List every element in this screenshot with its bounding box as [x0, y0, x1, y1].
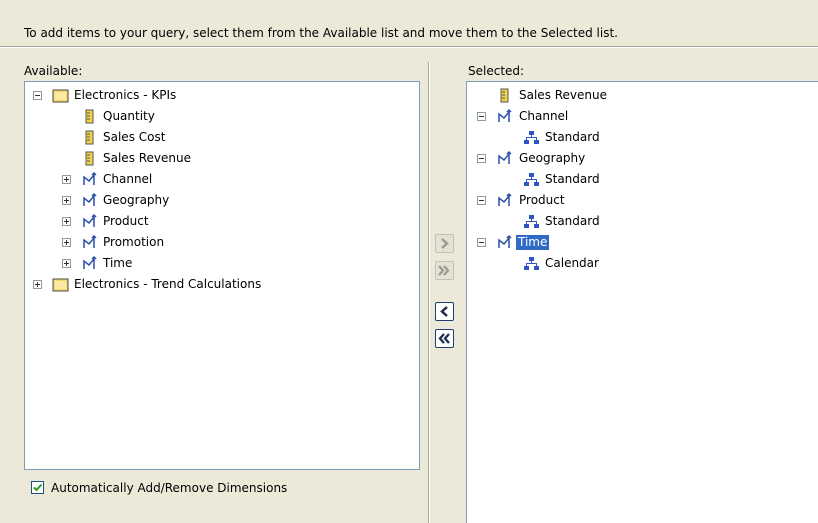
tree-item-product[interactable]: Product [467, 190, 818, 211]
tree-item-calendar[interactable]: Calendar [467, 253, 818, 274]
tree-item-label: Geography [103, 193, 170, 207]
tree-item-label: Channel [103, 172, 153, 186]
tree-item-sales-revenue[interactable]: Sales Revenue [25, 148, 419, 169]
tree-item-label: Sales Revenue [103, 151, 192, 165]
collapse-icon[interactable] [33, 91, 42, 100]
tree-item-promotion[interactable]: Promotion [25, 232, 419, 253]
collapse-icon[interactable] [477, 154, 486, 163]
tree-item-geography[interactable]: Geography [467, 148, 818, 169]
expand-icon[interactable] [62, 238, 71, 247]
add-button[interactable] [435, 234, 454, 253]
available-tree[interactable]: Electronics - KPIs Quantity Sales Cost S… [24, 81, 420, 470]
tree-item-label: Sales Revenue [519, 88, 608, 102]
collapse-icon[interactable] [477, 196, 486, 205]
folder-icon [52, 87, 69, 104]
hierarchy-icon [523, 213, 540, 230]
header-divider [0, 46, 818, 48]
hierarchy-icon [523, 129, 540, 146]
tree-item-label: Time [516, 235, 550, 250]
tree-item-label: Time [103, 256, 133, 270]
tree-item-product[interactable]: Product [25, 211, 419, 232]
dimension-icon [81, 192, 98, 209]
tree-item-electronics-trend[interactable]: Electronics - Trend Calculations [25, 274, 419, 295]
checkmark-icon [33, 483, 43, 492]
tree-item-label: Standard [545, 130, 600, 144]
dimension-icon [81, 255, 98, 272]
dimension-icon [81, 213, 98, 230]
tree-item-label: Standard [545, 172, 600, 186]
tree-item-quantity[interactable]: Quantity [25, 106, 419, 127]
selected-tree[interactable]: Sales Revenue Channel Standard Geography… [466, 81, 818, 523]
expand-icon[interactable] [62, 217, 71, 226]
expand-icon[interactable] [62, 175, 71, 184]
add-all-button[interactable] [435, 261, 454, 280]
tree-item-label: Quantity [103, 109, 155, 123]
measure-icon [81, 108, 98, 125]
panel-divider [428, 62, 430, 523]
tree-item-electronics-kpis[interactable]: Electronics - KPIs [25, 85, 419, 106]
tree-item-label: Geography [519, 151, 586, 165]
tree-item-standard[interactable]: Standard [467, 127, 818, 148]
measure-icon [81, 129, 98, 146]
selected-label: Selected: [468, 64, 525, 78]
expand-icon[interactable] [62, 259, 71, 268]
tree-item-time[interactable]: Time [25, 253, 419, 274]
tree-item-label: Promotion [103, 235, 165, 249]
hierarchy-icon [523, 255, 540, 272]
tree-item-geography[interactable]: Geography [25, 190, 419, 211]
tree-item-standard[interactable]: Standard [467, 169, 818, 190]
auto-dimensions-checkbox[interactable] [31, 481, 44, 494]
remove-all-button[interactable] [435, 329, 454, 348]
auto-dimensions-label[interactable]: Automatically Add/Remove Dimensions [51, 481, 287, 495]
collapse-icon[interactable] [477, 112, 486, 121]
tree-item-label: Channel [519, 109, 569, 123]
available-label: Available: [24, 64, 83, 78]
remove-button[interactable] [435, 302, 454, 321]
measure-icon [81, 150, 98, 167]
expand-icon[interactable] [62, 196, 71, 205]
hierarchy-icon [523, 171, 540, 188]
collapse-icon[interactable] [477, 238, 486, 247]
tree-item-label: Sales Cost [103, 130, 166, 144]
dimension-icon [81, 171, 98, 188]
tree-item-sales-revenue[interactable]: Sales Revenue [467, 85, 818, 106]
tree-item-time[interactable]: Time [467, 232, 818, 253]
instructions-text: To add items to your query, select them … [24, 26, 618, 40]
tree-item-label: Electronics - Trend Calculations [74, 277, 262, 291]
tree-item-channel[interactable]: Channel [25, 169, 419, 190]
tree-item-label: Calendar [545, 256, 599, 270]
dimension-icon [496, 108, 513, 125]
tree-item-label: Electronics - KPIs [74, 88, 177, 102]
folder-icon [52, 276, 69, 293]
dimension-icon [496, 150, 513, 167]
expand-icon[interactable] [33, 280, 42, 289]
tree-item-channel[interactable]: Channel [467, 106, 818, 127]
tree-item-sales-cost[interactable]: Sales Cost [25, 127, 419, 148]
measure-icon [496, 87, 513, 104]
tree-item-label: Product [103, 214, 149, 228]
dimension-icon [81, 234, 98, 251]
tree-item-label: Standard [545, 214, 600, 228]
tree-item-label: Product [519, 193, 565, 207]
dimension-icon [496, 234, 513, 251]
dimension-icon [496, 192, 513, 209]
tree-item-standard[interactable]: Standard [467, 211, 818, 232]
